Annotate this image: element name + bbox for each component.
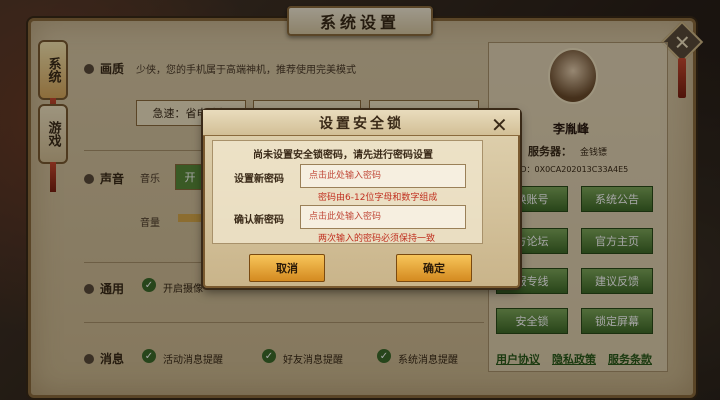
dialog-close-button[interactable]: ✕ xyxy=(491,113,508,137)
confirm-password-label: 确认新密码 xyxy=(234,215,284,226)
new-password-hint: 密码由6-12位字母和数字组成 xyxy=(318,193,438,203)
dialog-notice: 尚未设置安全锁密码，请先进行密码设置 xyxy=(253,150,433,161)
dialog-title: 设置安全锁 xyxy=(203,110,520,136)
confirm-password-input[interactable] xyxy=(300,205,466,229)
new-password-label: 设置新密码 xyxy=(234,174,284,185)
confirm-password-hint: 两次输入的密码必须保持一致 xyxy=(318,234,436,244)
cancel-button[interactable]: 取消 xyxy=(249,254,325,282)
new-password-input[interactable] xyxy=(300,164,466,188)
confirm-button[interactable]: 确定 xyxy=(396,254,472,282)
